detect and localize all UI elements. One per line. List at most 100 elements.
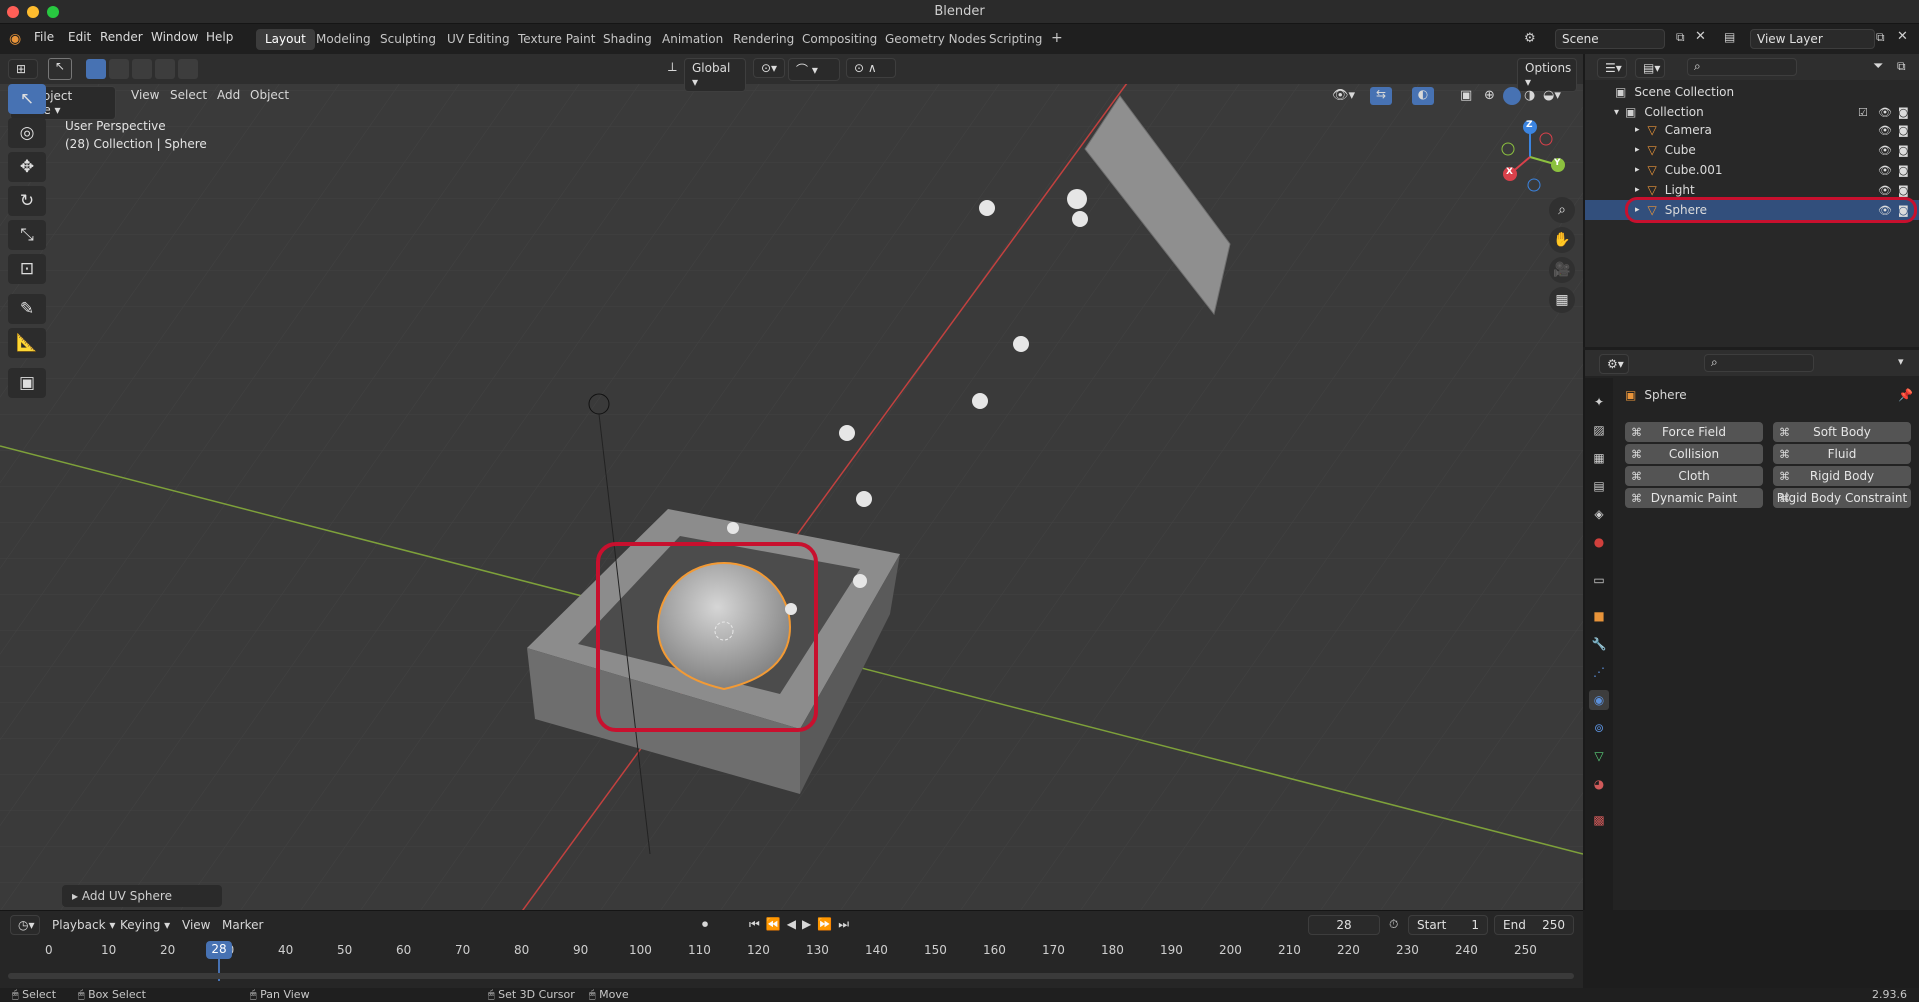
delete-view-layer-icon[interactable]: ✕ xyxy=(1897,29,1908,44)
properties-search-input[interactable]: ⌕ xyxy=(1704,354,1814,372)
camera-restrict-icon[interactable]: ◙ xyxy=(1898,144,1909,157)
gizmo-toggle-icon[interactable]: ⇆ xyxy=(1370,87,1392,105)
tab-rendering[interactable]: Rendering xyxy=(724,29,803,50)
tool-tab-icon[interactable]: ✦ xyxy=(1589,392,1609,412)
measure-tool-icon[interactable]: 📐 xyxy=(8,328,46,358)
zoom-icon[interactable]: ⌕ xyxy=(1549,197,1575,223)
move-tool-icon[interactable]: ✥ xyxy=(8,152,46,182)
outliner-scene-collection[interactable]: ▣ Scene Collection xyxy=(1585,82,1919,102)
playhead[interactable]: 28 xyxy=(206,941,232,959)
physics-tab-icon[interactable]: ◉ xyxy=(1589,690,1609,710)
dynamic-paint-button[interactable]: ⌘ Dynamic Paint xyxy=(1625,488,1763,508)
xray-icon[interactable]: ▣ xyxy=(1460,88,1472,103)
select-tool-icon[interactable]: ↖ xyxy=(48,58,72,80)
select-intersect-icon[interactable] xyxy=(178,59,198,79)
timeline-scrollbar[interactable] xyxy=(8,973,1574,979)
fluid-button[interactable]: ⌘ Fluid xyxy=(1773,444,1911,464)
menu-file[interactable]: File xyxy=(34,30,54,44)
menu-window[interactable]: Window xyxy=(151,30,198,44)
filter-icon[interactable]: ⏷ xyxy=(1873,59,1883,74)
camera-restrict-icon[interactable]: ◙ xyxy=(1898,124,1909,137)
editor-type-icon[interactable]: ⊞ xyxy=(8,59,38,79)
wireframe-shading-icon[interactable]: ⊕ xyxy=(1484,88,1495,103)
last-operator-panel[interactable]: ▸ Add UV Sphere xyxy=(62,885,222,907)
add-cube-tool-icon[interactable]: ▣ xyxy=(8,368,46,398)
material-tab-icon[interactable]: ◕ xyxy=(1589,774,1609,794)
pin-icon[interactable]: 📌 xyxy=(1898,388,1913,402)
outliner-editor-icon[interactable]: ☰▾ xyxy=(1597,58,1627,78)
add-workspace-button[interactable]: + xyxy=(1045,29,1069,50)
new-collection-icon[interactable]: ⧉ xyxy=(1897,59,1906,74)
ortho-grid-icon[interactable]: ▦ xyxy=(1549,287,1575,313)
eye-icon[interactable]: 👁 xyxy=(1878,144,1892,157)
output-tab-icon[interactable]: ▦ xyxy=(1589,448,1609,468)
outliner-item-cube-001[interactable]: ▸ ▽ Cube.001 👁 ◙ xyxy=(1585,160,1919,180)
pan-hand-icon[interactable]: ✋ xyxy=(1549,227,1575,253)
sphere-object[interactable] xyxy=(656,562,792,691)
data-tab-icon[interactable]: ▽ xyxy=(1589,746,1609,766)
select-extend-icon[interactable] xyxy=(109,59,129,79)
view-layer-field[interactable]: View Layer xyxy=(1750,29,1875,49)
expand-arrow-icon[interactable]: ▸ xyxy=(1635,185,1640,195)
select-subtract-icon[interactable] xyxy=(132,59,152,79)
texture-tab-icon[interactable]: ▩ xyxy=(1589,810,1609,830)
modifiers-tab-icon[interactable]: 🔧 xyxy=(1589,634,1609,654)
expand-arrow-icon[interactable]: ▸ xyxy=(1635,145,1640,155)
render-tab-icon[interactable]: ▨ xyxy=(1589,420,1609,440)
material-shading-icon[interactable]: ◑ xyxy=(1524,88,1535,103)
blender-logo-icon[interactable]: ◉ xyxy=(9,31,25,47)
menu-help[interactable]: Help xyxy=(206,30,233,44)
snap-icon[interactable]: ⌒ ▾ xyxy=(788,58,840,81)
visibility-icon[interactable]: 👁▾ xyxy=(1332,88,1355,103)
new-view-layer-icon[interactable]: ⧉ xyxy=(1876,30,1885,45)
rigid-body-button[interactable]: ⌘ Rigid Body xyxy=(1773,466,1911,486)
navigation-gizmo[interactable]: Z Y X xyxy=(1490,119,1570,199)
outliner-collection[interactable]: ▾ ▣ Collection ☑ 👁 ◙ xyxy=(1585,102,1919,122)
properties-editor-icon[interactable]: ⚙▾ xyxy=(1599,354,1629,374)
cursor-tool-icon[interactable]: ◎ xyxy=(8,118,46,148)
new-scene-icon[interactable]: ⧉ xyxy=(1676,30,1685,45)
particles-tab-icon[interactable]: ⋰ xyxy=(1589,662,1609,682)
camera-restrict-icon[interactable]: ◙ xyxy=(1898,184,1909,197)
object-tab-icon[interactable]: ■ xyxy=(1589,606,1609,626)
menu-add[interactable]: Add xyxy=(217,88,240,102)
world-tab-icon[interactable]: ● xyxy=(1589,532,1609,552)
constraints-tab-icon[interactable]: ⊚ xyxy=(1589,718,1609,738)
rendered-shading-icon[interactable]: ◒▾ xyxy=(1543,88,1561,103)
tab-compositing[interactable]: Compositing xyxy=(793,29,886,50)
select-new-icon[interactable] xyxy=(86,59,106,79)
transform-tool-icon[interactable]: ⊡ xyxy=(8,254,46,284)
rotate-tool-icon[interactable]: ↻ xyxy=(8,186,46,216)
camera-view-icon[interactable]: 🎥 xyxy=(1549,257,1575,283)
menu-render[interactable]: Render xyxy=(100,30,143,44)
expand-arrow-icon[interactable]: ▸ xyxy=(1635,125,1640,135)
tab-sculpting[interactable]: Sculpting xyxy=(371,29,445,50)
expand-arrow-icon[interactable]: ▸ xyxy=(1635,165,1640,175)
tab-animation[interactable]: Animation xyxy=(653,29,732,50)
menu-view[interactable]: View xyxy=(131,88,159,102)
solid-shading-icon[interactable] xyxy=(1503,87,1521,105)
eye-icon[interactable]: 👁 xyxy=(1878,164,1892,177)
view-layer-tab-icon[interactable]: ▤ xyxy=(1589,476,1609,496)
view-layer-icon[interactable]: ▤ xyxy=(1724,30,1735,44)
checkbox-icon[interactable]: ☑ xyxy=(1858,106,1868,119)
delete-scene-icon[interactable]: ✕ xyxy=(1695,29,1706,44)
viewport-scene[interactable] xyxy=(0,54,1583,910)
outliner-display-mode-icon[interactable]: ▤▾ xyxy=(1635,58,1665,78)
rigid-body-constraint-button[interactable]: ⌘ Rigid Body Constraint xyxy=(1773,488,1911,508)
cloth-button[interactable]: ⌘ Cloth xyxy=(1625,466,1763,486)
eye-icon[interactable]: 👁 xyxy=(1878,124,1892,137)
tab-uv-editing[interactable]: UV Editing xyxy=(438,29,519,50)
scene-icon[interactable]: ⚙ xyxy=(1524,31,1536,46)
annotate-tool-icon[interactable]: ✎ xyxy=(8,294,46,324)
scene-field[interactable]: Scene xyxy=(1555,29,1665,49)
outliner-search-input[interactable]: ⌕ xyxy=(1687,58,1797,76)
outliner-item-camera[interactable]: ▸ ▽ Camera 👁 ◙ xyxy=(1585,120,1919,140)
tab-modeling[interactable]: Modeling xyxy=(307,29,380,50)
force-field-button[interactable]: ⌘ Force Field xyxy=(1625,422,1763,442)
scene-tab-icon[interactable]: ◈ xyxy=(1589,504,1609,524)
camera-restrict-icon[interactable]: ◙ xyxy=(1898,164,1909,177)
select-box-tool-icon[interactable]: ↖ xyxy=(8,84,46,114)
menu-select[interactable]: Select xyxy=(170,88,207,102)
outliner-item-cube[interactable]: ▸ ▽ Cube 👁 ◙ xyxy=(1585,140,1919,160)
